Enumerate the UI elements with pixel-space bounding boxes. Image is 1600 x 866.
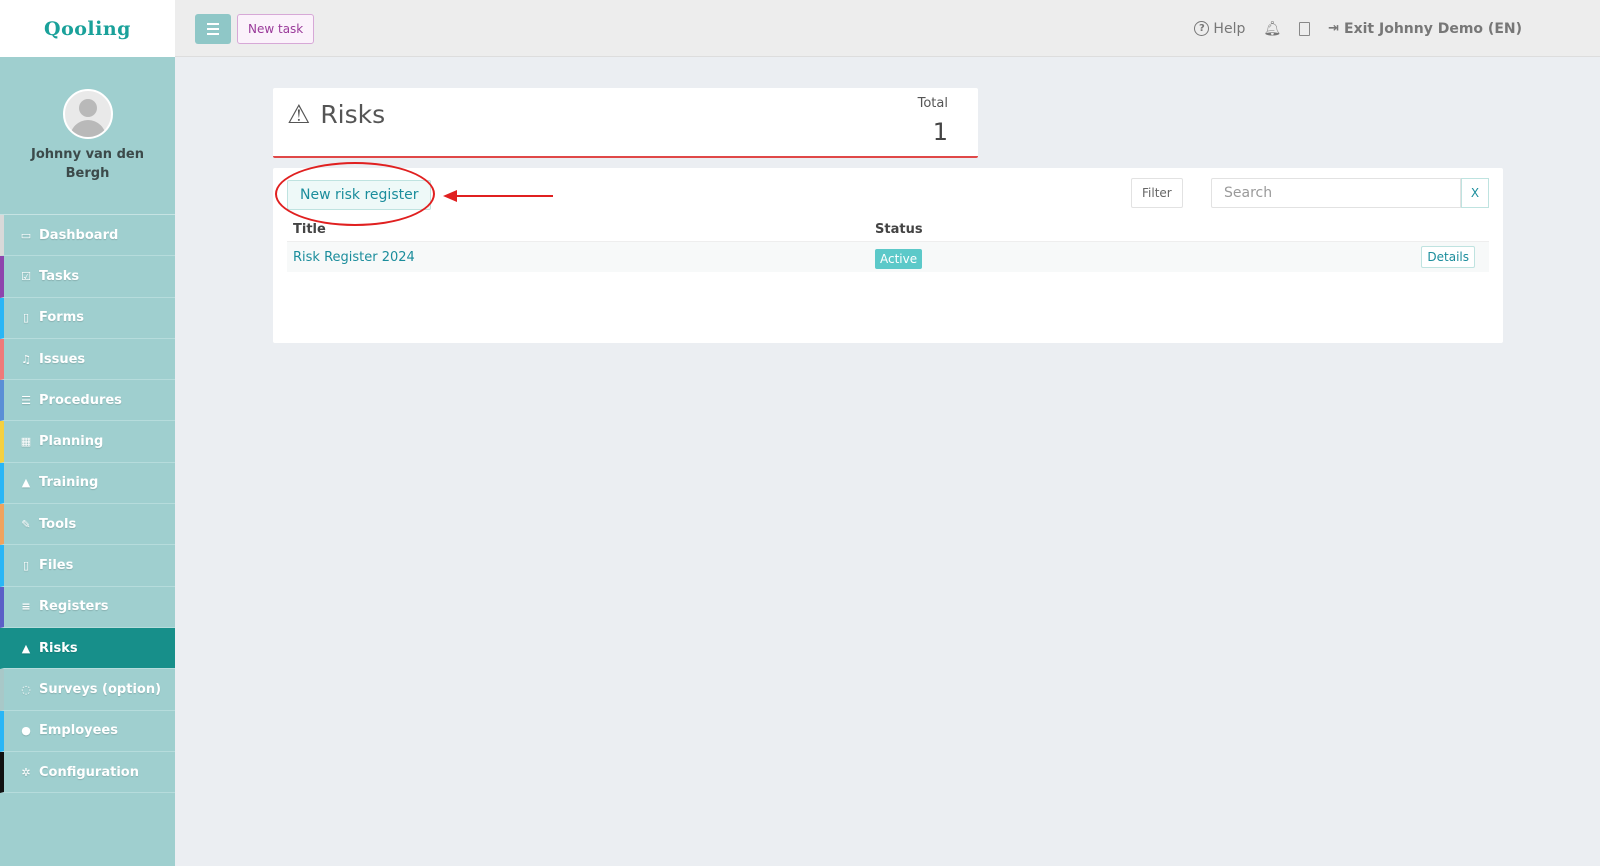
sidebar-item-issues[interactable]: ♫ Issues [0,338,175,381]
details-button[interactable]: Details [1421,246,1475,268]
sidebar-item-training[interactable]: ▲ Training [0,462,175,505]
speech-bubble-icon: ◌ [21,682,31,696]
users-icon: ● [21,724,31,738]
status-cell: Active [875,248,1421,269]
help-link[interactable]: ? Help [1194,21,1245,37]
page-title-group: ⚠︎ Risks [287,100,385,129]
checkbox-icon: ☑ [21,269,31,283]
monitor-icon: ▭ [20,228,32,242]
total-count: 1 [932,118,948,146]
document-icon: ▯ [22,311,30,325]
clear-search-button[interactable]: X [1461,178,1489,208]
help-label: Help [1213,20,1246,37]
sidebar-nav: ▭ Dashboard ☑ Tasks ▯ Forms ♫ Issues ☰ P… [0,215,175,794]
sidebar-item-label: Forms [39,310,84,326]
sidebar-item-label: Configuration [39,764,139,780]
risks-header-card: ⚠︎ Risks Total 1 [273,88,978,158]
table-header: Title Status [287,218,1489,242]
sidebar-item-label: Planning [39,434,104,450]
bell-icon: ♫ [21,352,31,366]
avatar[interactable] [62,89,113,139]
user-name: Johnny van den Bergh [31,147,144,181]
annotation-arrow [443,190,553,202]
total-label: Total [917,96,948,111]
document-icon[interactable] [1299,21,1311,36]
notifications-bell-icon[interactable]: 🔔︎ [1263,21,1281,37]
filter-button[interactable]: Filter [1131,178,1183,208]
sidebar-item-configuration[interactable]: ✲ Configuration [0,751,175,794]
sidebar-item-label: Tools [39,516,77,532]
sidebar-item-label: Files [39,558,74,574]
register-title-link[interactable]: Risk Register 2024 [287,250,875,265]
warning-icon: ⚠︎ [287,99,311,130]
list-icon: ☰ [21,393,31,407]
sidebar-item-procedures[interactable]: ☰ Procedures [0,380,175,422]
risk-register-list-panel: New risk register Filter X Title Status … [273,162,1503,343]
sidebar-item-label: Surveys (option) [39,681,162,697]
search-input[interactable] [1211,178,1461,208]
lines-icon: ≡ [21,600,31,614]
table-row: Risk Register 2024 Active Details [287,242,1489,272]
sidebar-item-forms[interactable]: ▯ Forms [0,297,175,339]
status-badge: Active [875,248,923,269]
sidebar-item-label: Tasks [39,268,80,284]
exit-link[interactable]: ⇥ Exit Johnny Demo (EN) [1328,21,1522,37]
sidebar-item-label: Procedures [39,392,122,408]
exit-label: Exit Johnny Demo (EN) [1344,20,1522,37]
sidebar-item-planning[interactable]: ▦ Planning [0,421,175,463]
wrench-icon: ✎ [21,517,31,531]
column-header-title[interactable]: Title [287,222,875,237]
top-bar: New task ? Help 🔔︎ ⇥ Exit Johnny Demo (E… [175,0,1600,57]
sidebar: Qooling Johnny van den Bergh ▭ Dashboard… [0,0,175,866]
sidebar-item-label: Registers [39,599,109,615]
question-circle-icon: ? [1194,21,1210,36]
user-profile: Johnny van den Bergh [0,57,175,215]
new-risk-register-button[interactable]: New risk register [287,180,432,210]
sidebar-item-label: Employees [39,723,118,739]
sidebar-item-risks[interactable]: ▲ Risks [0,627,175,670]
sidebar-item-dashboard[interactable]: ▭ Dashboard [0,215,175,257]
sidebar-item-tools[interactable]: ✎ Tools [0,504,175,546]
sidebar-item-files[interactable]: ▯ Files [0,545,175,587]
gear-icon: ✲ [21,765,31,779]
graduation-cap-icon: ▲ [21,476,31,490]
column-header-status[interactable]: Status [875,222,1489,237]
calendar-icon: ▦ [20,435,32,449]
pdf-file-icon: ▯ [22,559,30,573]
app-logo[interactable]: Qooling [44,18,131,40]
sign-out-icon: ⇥ [1328,21,1340,36]
sidebar-item-employees[interactable]: ● Employees [0,710,175,752]
sidebar-item-surveys[interactable]: ◌ Surveys (option) [0,669,175,711]
hamburger-menu-button[interactable] [195,14,231,44]
sidebar-item-label: Dashboard [39,227,119,243]
warning-icon: ▲ [21,641,31,655]
sidebar-item-label: Training [39,475,99,491]
top-right-actions: ? Help 🔔︎ ⇥ Exit Johnny Demo (EN) [1194,0,1522,57]
sidebar-item-registers[interactable]: ≡ Registers [0,586,175,628]
sidebar-item-label: Risks [39,640,78,656]
page-title: Risks [320,100,386,129]
sidebar-item-label: Issues [39,351,86,367]
risk-register-table: Title Status Risk Register 2024 Active D… [287,218,1489,272]
logo-container: Qooling [0,0,175,57]
new-task-button[interactable]: New task [237,14,315,44]
sidebar-item-tasks[interactable]: ☑ Tasks [0,256,175,298]
